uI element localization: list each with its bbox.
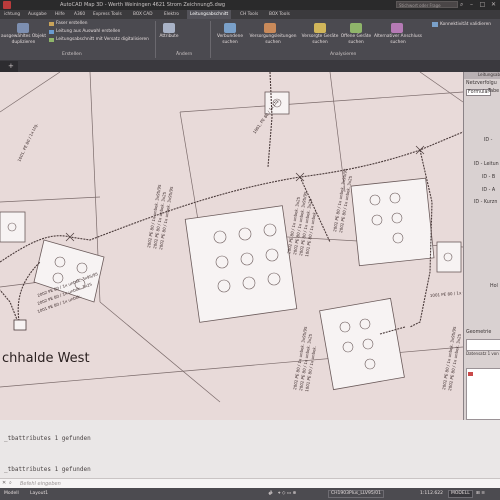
customize-command-icon[interactable]: ⌕ [9,480,12,486]
close-command-icon[interactable]: ✕ [2,480,6,486]
new-tab-plus-icon[interactable]: + [8,62,14,70]
substation-node[interactable] [13,319,27,331]
offset-digitize-button[interactable]: Leitungsabschnitt mit Versatz digitalisi… [56,37,149,42]
drawing-svg: 2002 PE 80 / 1x unbek. 3x95/95 2002 PE 8… [0,72,463,403]
panel-label-analyze: Analysieren [330,52,357,57]
palette-title: Netzverfolgu [466,81,497,86]
record-nav[interactable]: |◂ ◂ ▸ ▸| [466,358,499,375]
tab-ansicht[interactable]: ichtung [4,10,20,19]
grid-icon[interactable]: # [268,490,273,498]
window-title: AutoCAD Map 3D - Werth Weiningen 4621 St… [60,2,226,8]
model-space-button[interactable]: MODELL [448,490,473,498]
tab-elektro[interactable]: Elektro [164,10,179,19]
open-devices-label-2: suchen [348,39,364,45]
duplicate-object-label-2: duplizieren [11,39,36,45]
duplicate-object-button[interactable]: ausgewähltes Objekt duplizieren [0,34,47,45]
create-fiber-button[interactable]: Faser erstellen [56,21,87,26]
supplied-devices-button[interactable]: Versorgte Geräte suchen [298,34,342,45]
close-button[interactable]: ✕ [488,1,499,9]
title-bar: AutoCAD Map 3D - Werth Weiningen 4621 St… [0,0,500,15]
supplied-devices-icon[interactable] [314,23,326,33]
tab-box-cad[interactable]: BOX CAD [133,10,153,19]
field-id: ID - [484,138,493,143]
map-tools-icons[interactable]: ⌖ ◇ ▭ ⊕ [278,490,296,498]
supply-lines-label-1: Versorgungsleitungen [249,34,297,39]
tab-hilfe[interactable]: Hilfe [55,10,65,19]
app-logo-icon[interactable] [3,1,11,9]
connected-label-2: suchen [222,39,238,45]
minimize-button[interactable]: – [466,1,477,9]
supply-lines-label-2: suchen [265,39,281,45]
supplied-devices-label-2: suchen [312,39,328,45]
properties-palette: Leitungsab Netzverfolgu Formular Tabe ID… [463,72,500,420]
warning-icon [468,372,473,376]
supplied-devices-label-1: Versorgte Geräte [301,34,339,39]
open-devices-button[interactable]: Offene Geräte suchen [338,34,374,45]
duplicate-object-icon[interactable] [17,23,29,33]
field-id-b: ID - B [482,175,496,180]
location-label: chhalde West [2,351,90,366]
tab-box-tools[interactable]: BOX Tools [269,10,290,19]
search-icon[interactable]: ⌕ [460,1,463,9]
segment-label: 1001, PE 80 / 1x Ltg. [16,122,38,162]
field-hoehe: Hol [490,284,498,289]
maximize-button[interactable]: □ [477,1,488,9]
alternative-connection-icon[interactable] [391,23,403,33]
panel-label-change: Ändern [176,52,193,57]
buildings [0,91,462,391]
drawing-canvas[interactable]: 2002 PE 80 / 1x unbek. 3x95/95 2002 PE 8… [0,72,463,420]
tab-a360[interactable]: A360 [74,10,85,19]
tab-ch-tools[interactable]: CH Tools [240,10,258,19]
alternative-connection-label-1: Alternativer Anschluss [373,34,423,39]
open-devices-label-1: Offene Geräte [340,34,372,39]
ribbon-separator [210,21,211,58]
attribute-button[interactable]: Attribute [156,34,182,40]
field-id-a: ID - A [482,188,496,193]
scale-value[interactable]: 1:112.622 [420,490,443,498]
status-tools-icon[interactable]: ⊞ ≡ [476,490,485,498]
field-id-leitung: ID - Leitun [474,162,499,167]
ribbon-separator [155,21,156,58]
field-id-kurzname: ID - Kurzn [474,200,498,205]
status-bar: Modell Layout1 # ⌖ ◇ ▭ ⊕ CH1903Plus_LLV9… [0,488,500,500]
connected-label-1: Verbundene [217,34,243,39]
open-devices-icon[interactable] [350,23,362,33]
connected-search-button[interactable]: Verbundene suchen [212,34,248,45]
document-tab-bar [0,60,500,72]
coordinate-system[interactable]: CH1903Plus_LLV95/01 [328,490,384,498]
duplicate-object-label-1: ausgewähltes Objekt [0,34,47,39]
tab-express-tools[interactable]: Express Tools [93,10,122,19]
geometry-field[interactable] [466,339,500,351]
model-tab[interactable]: Modell [4,490,19,498]
alternative-connection-button[interactable]: Alternativer Anschluss suchen [372,34,424,45]
panel-label-create: Erstellen [62,52,82,57]
tab-tabelle[interactable]: Tabe [488,89,499,94]
record-counter: Datensatz 1 von [466,351,499,356]
attribute-icon[interactable] [163,23,175,33]
validate-connectivity-button[interactable]: Konnektivität validieren [440,22,491,27]
palette-header-text: Leitungsab [478,72,500,77]
tab-leitungsabschnitt[interactable]: Leitungsabschnitt [187,10,232,19]
command-input[interactable]: Befehl eingeben [20,481,61,487]
segment-label: 1001 PE 80 / 1x unbek. [430,289,463,298]
connected-search-icon[interactable] [224,23,236,33]
geometry-label: Geometrie [466,330,492,335]
fiber-icon [49,22,54,26]
help-search-input[interactable]: Stichwort oder Frage eingeben [396,1,458,15]
offset-digitize-icon [49,38,54,42]
supply-lines-icon[interactable] [264,23,276,33]
validate-icon [432,22,438,27]
alternative-connection-label-2: suchen [390,39,406,45]
line-from-selection-button[interactable]: Leitung aus Auswahl erstellen [56,29,120,34]
tab-ausgabe[interactable]: Ausgabe [28,10,47,19]
line-from-selection-icon [49,30,54,34]
command-history-line: _tbattributes 1 gefunden [4,435,91,442]
supply-lines-button[interactable]: Versorgungsleitungen suchen [248,34,298,45]
command-history-line: _tbattributes 1 gefunden [4,466,91,473]
layout-tab[interactable]: Layout1 [30,490,48,498]
